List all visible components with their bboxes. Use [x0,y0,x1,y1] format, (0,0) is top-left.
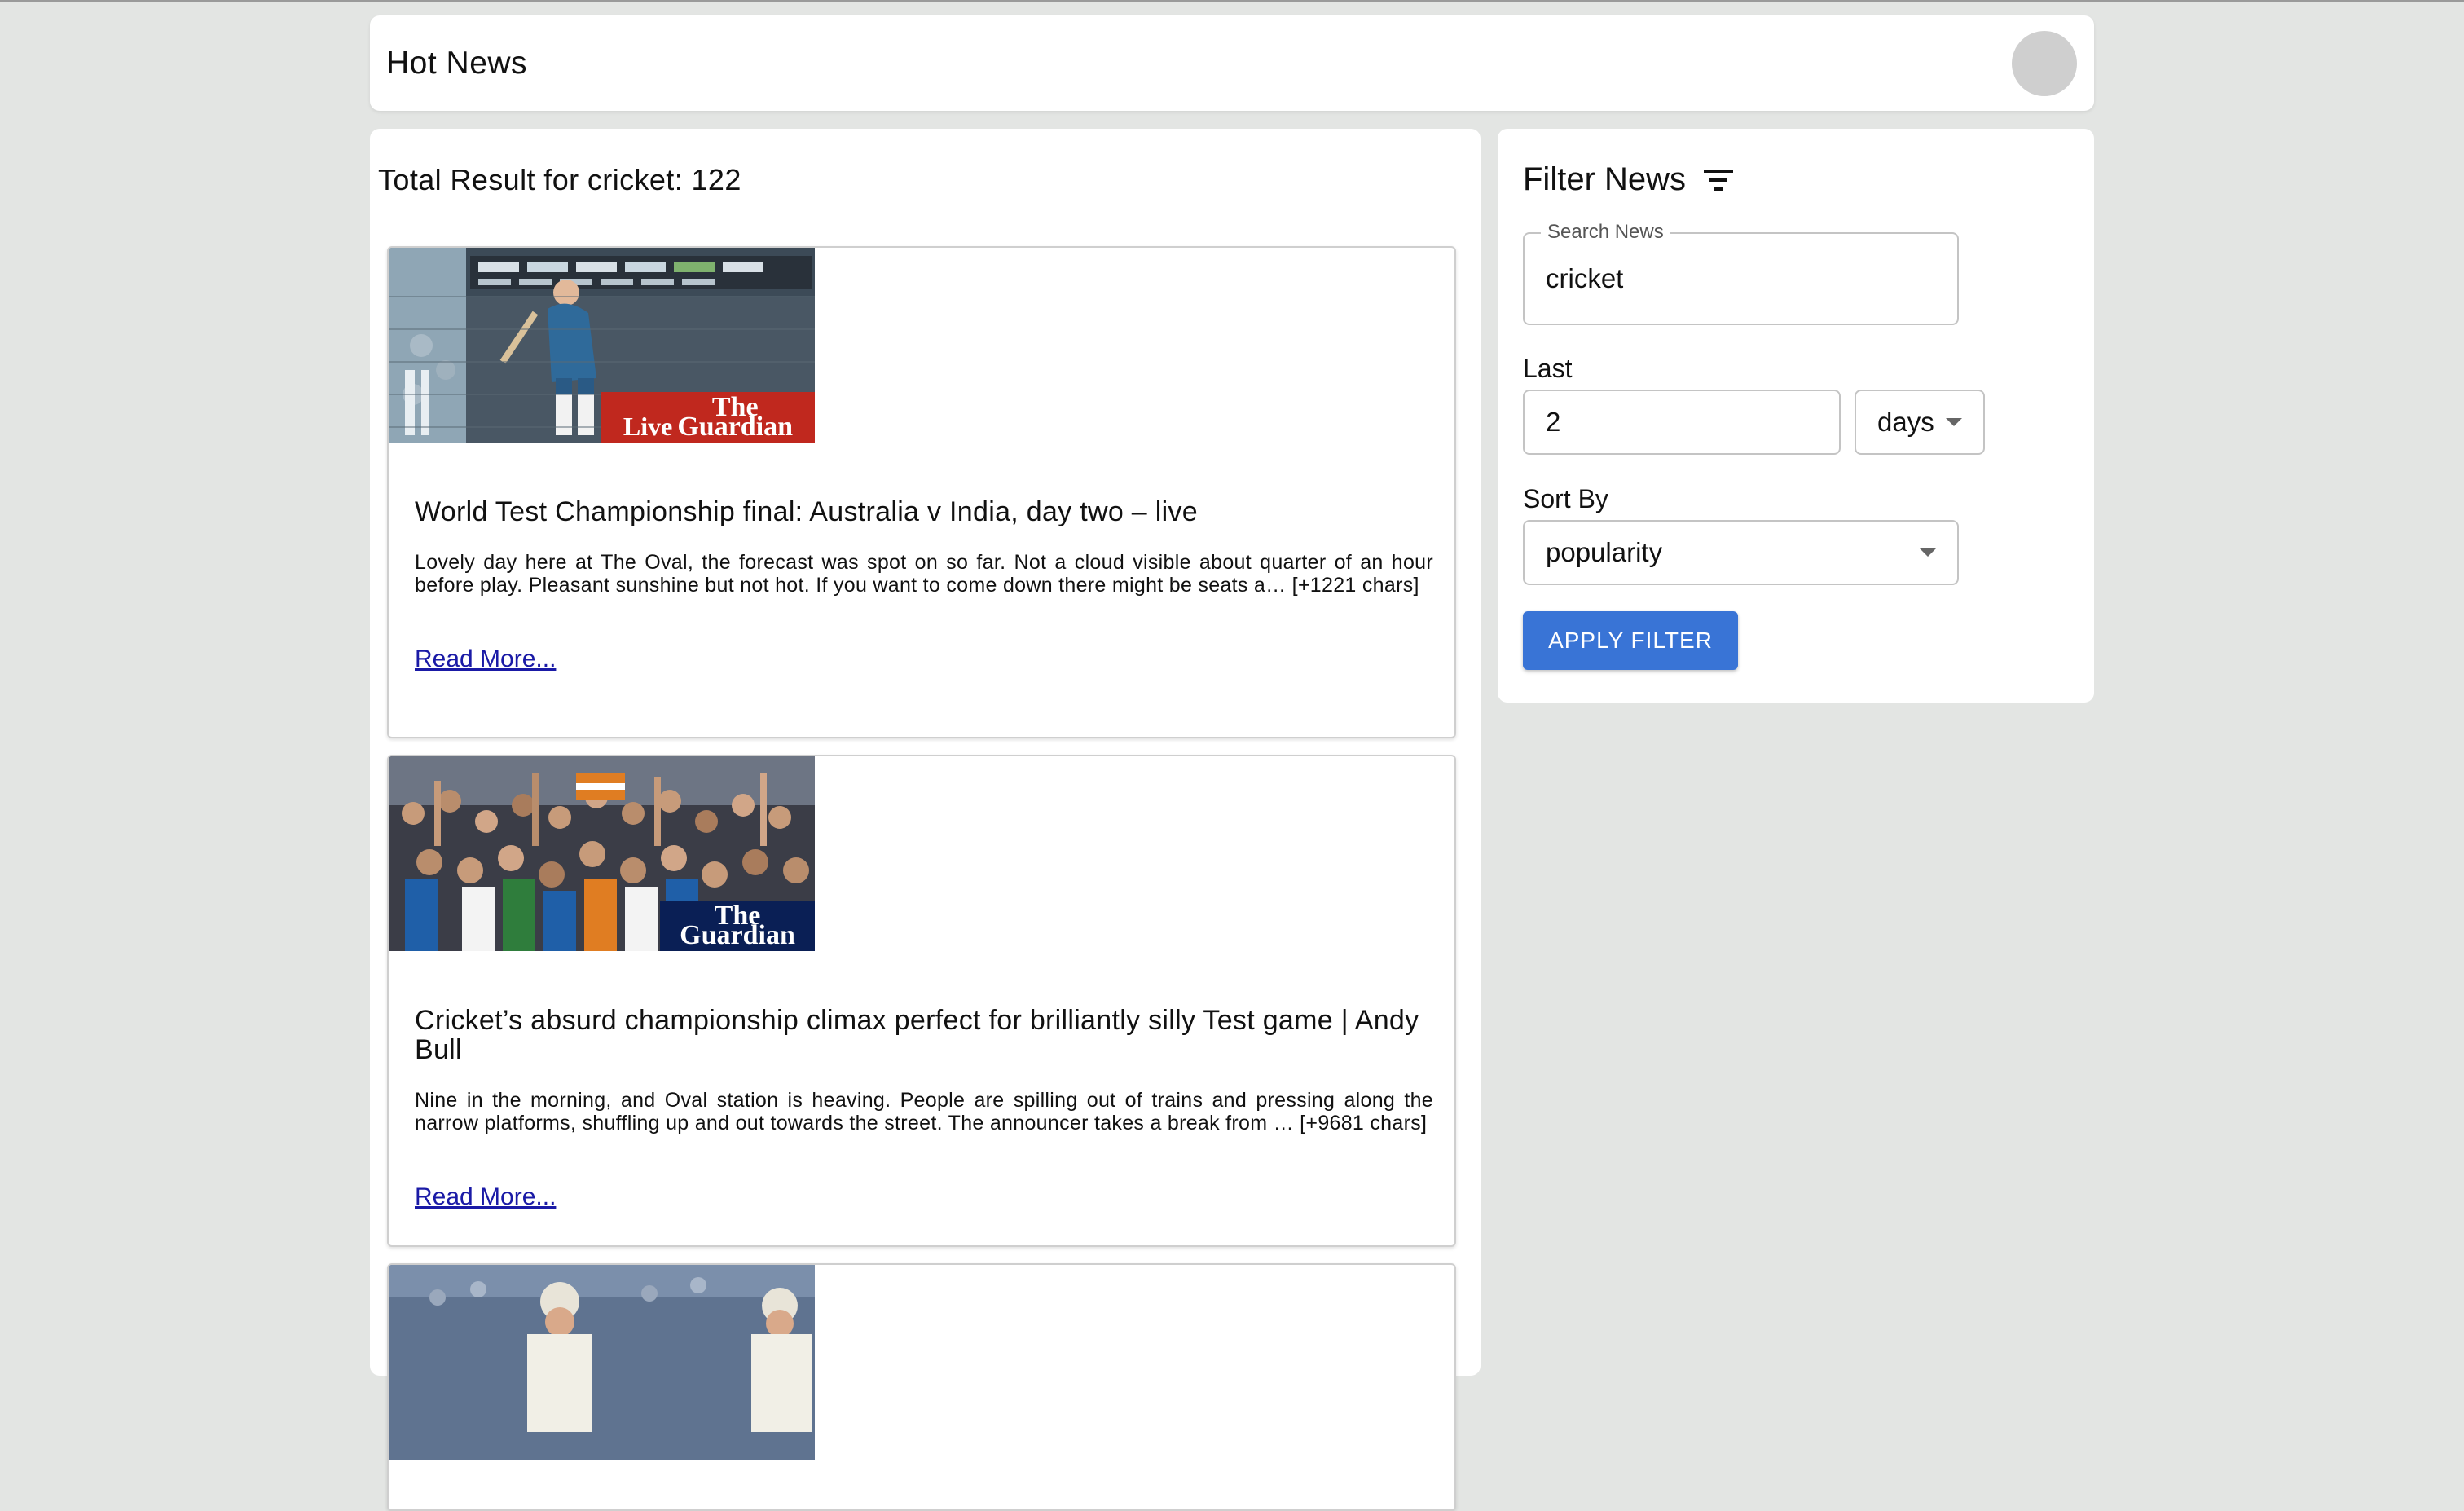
article-title: World Test Championship final: Australia… [415,496,1198,527]
sort-by-label: Sort By [1523,484,1608,513]
filter-icon [1704,169,1734,191]
read-more-link[interactable]: Read More... [415,1183,556,1211]
article-card: Live The Guardian World Test Championshi… [387,246,1456,738]
last-unit-text: days [1877,407,1934,437]
chevron-down-icon [1946,418,1962,426]
sort-by-text: popularity [1546,537,1663,567]
guardian-logo: The Guardian [660,901,815,951]
last-label: Last [1523,354,1573,383]
guardian-logo: Live The Guardian [601,392,815,443]
results-heading: Total Result for cricket: 122 [378,163,741,196]
article-description: Lovely day here at The Oval, the forecas… [415,551,1433,597]
filter-title-text: Filter News [1523,161,1687,197]
search-news-legend: Search News [1541,221,1670,244]
results-panel: Total Result for cricket: 122 Live The G… [370,129,1481,1511]
apply-filter-button[interactable]: APPLY FILTER [1523,611,1738,670]
search-news-field[interactable]: Search News cricket [1523,221,1959,325]
article-image [389,1265,815,1460]
article-card [387,1263,1456,1511]
last-value-input[interactable]: 2 [1523,390,1841,455]
filter-title: Filter News [1523,161,1735,198]
search-news-input[interactable]: cricket [1546,263,1623,294]
app-title: Hot News [386,45,528,81]
window-top-border [0,0,2464,2]
article-image: Live The Guardian [389,248,815,443]
article-title: Cricket’s absurd championship climax per… [415,1005,1419,1065]
chevron-down-icon [1920,548,1936,557]
article-description: Nine in the morning, and Oval station is… [415,1089,1433,1134]
cricketers-photo [389,1265,815,1460]
sort-by-select[interactable]: popularity [1523,520,1959,585]
last-unit-select[interactable]: days [1855,390,1985,455]
filter-panel: Filter News Search News cricket Last 2 d… [1498,129,2094,703]
last-value-text[interactable]: 2 [1546,407,1560,438]
read-more-link[interactable]: Read More... [415,645,556,673]
avatar[interactable] [2012,31,2077,96]
app-header: Hot News [370,15,2094,111]
article-card: The Guardian Cricket’s absurd championsh… [387,755,1456,1247]
article-image: The Guardian [389,756,815,951]
